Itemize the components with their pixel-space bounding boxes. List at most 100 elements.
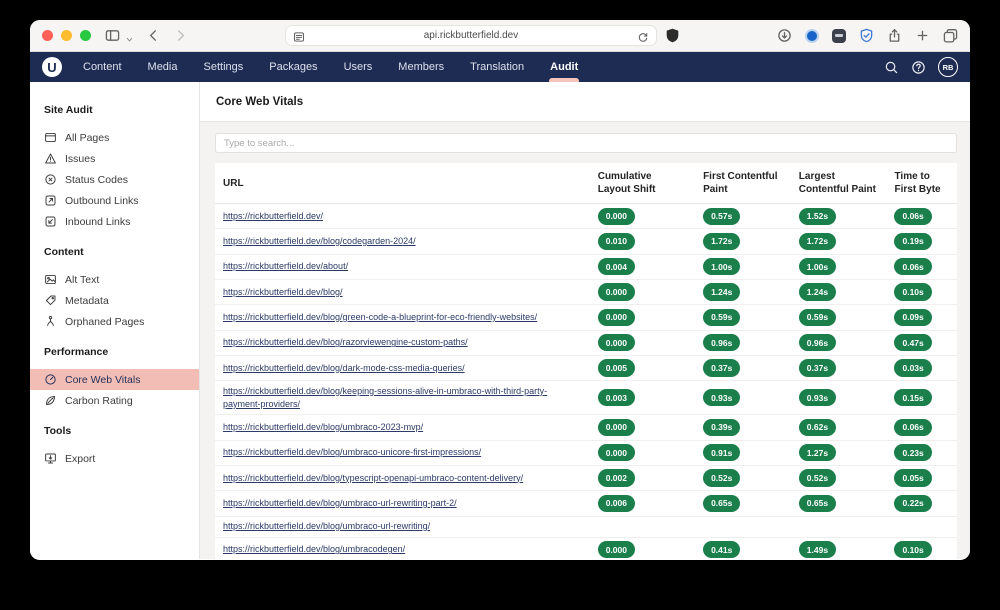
privacy-shield-icon[interactable] (665, 28, 680, 43)
zoom-window-button[interactable] (80, 30, 91, 41)
downloads-icon[interactable] (777, 28, 792, 43)
nav-tab-members[interactable]: Members (385, 52, 457, 82)
page-url-link[interactable]: https://rickbutterfield.dev/blog/umbraco… (223, 544, 405, 554)
page-url-link[interactable]: https://rickbutterfield.dev/blog/umbraco… (223, 447, 481, 457)
metric-badge: 0.002 (598, 469, 635, 486)
user-avatar[interactable]: RB (938, 57, 958, 77)
nav-tab-users[interactable]: Users (331, 52, 386, 82)
page-url-link[interactable]: https://rickbutterfield.dev/blog/umbraco… (223, 498, 457, 508)
reload-icon[interactable] (637, 30, 649, 42)
page-url-link[interactable]: https://rickbutterfield.dev/blog/umbraco… (223, 521, 430, 531)
table-row: https://rickbutterfield.dev/blog/umbraco… (215, 491, 957, 516)
sidebar-item-label: Carbon Rating (65, 395, 133, 407)
sidebar-item-metadata[interactable]: Metadata (30, 290, 199, 311)
help-icon[interactable] (911, 60, 926, 75)
umbraco-top-nav: U ContentMediaSettingsPackagesUsersMembe… (30, 52, 970, 82)
nav-tab-media[interactable]: Media (135, 52, 191, 82)
metric-badge: 1.27s (799, 444, 836, 461)
metric-badge: 1.24s (703, 283, 740, 300)
col-url: URL (215, 163, 590, 204)
nav-tab-settings[interactable]: Settings (191, 52, 257, 82)
page-url-link[interactable]: https://rickbutterfield.dev/ (223, 211, 323, 221)
sidebar-section: Site Audit All Pages Issues Status Codes Out… (30, 90, 199, 232)
page-url-link[interactable]: https://rickbutterfield.dev/blog/dark-mo… (223, 363, 465, 373)
metric-badge: 0.03s (894, 359, 931, 376)
page-url-link[interactable]: https://rickbutterfield.dev/about/ (223, 261, 348, 271)
metric-badge: 0.10s (894, 541, 931, 558)
table-row: https://rickbutterfield.dev/blog/green-c… (215, 305, 957, 330)
metric-badge: 0.39s (703, 419, 740, 436)
close-window-button[interactable] (42, 30, 53, 41)
url-text[interactable]: api.rickbutterfield.dev (305, 30, 637, 41)
metric-badge: 1.00s (799, 258, 836, 275)
nav-tab-content[interactable]: Content (70, 52, 135, 82)
metric-badge: 1.72s (703, 233, 740, 250)
nav-tab-packages[interactable]: Packages (256, 52, 330, 82)
metric-badge: 0.09s (894, 309, 931, 326)
page-url-link[interactable]: https://rickbutterfield.dev/blog/ (223, 287, 343, 297)
metric-badge: 0.000 (598, 419, 635, 436)
share-icon[interactable] (887, 28, 902, 43)
page-url-link[interactable]: https://rickbutterfield.dev/blog/typescr… (223, 473, 523, 483)
search-input[interactable] (215, 133, 957, 153)
sidebar-item-label: Status Codes (65, 174, 128, 186)
nav-tab-translation[interactable]: Translation (457, 52, 537, 82)
sidebar-item-outbound-links[interactable]: Outbound Links (30, 190, 199, 211)
sidebar-item-label: All Pages (65, 132, 109, 144)
extension-icon[interactable] (832, 29, 846, 43)
sidebar-item-label: Export (65, 453, 95, 465)
sidebar-item-issues[interactable]: Issues (30, 148, 199, 169)
table-row: https://rickbutterfield.dev/blog/umbraco… (215, 537, 957, 559)
forward-button[interactable] (173, 28, 188, 43)
sidebar-item-all-pages[interactable]: All Pages (30, 127, 199, 148)
metric-badge: 0.15s (894, 389, 931, 406)
chevron-down-icon[interactable] (125, 31, 134, 40)
table-row: https://rickbutterfield.dev/blog/dark-mo… (215, 355, 957, 380)
new-tab-icon[interactable] (915, 28, 930, 43)
sidebar-toggle-icon[interactable] (105, 28, 120, 43)
sidebar-section: ContentAlt TextMetadataOrphaned Pages (30, 232, 199, 332)
table-row: https://rickbutterfield.dev/blog/umbraco… (215, 415, 957, 440)
inbound-icon (44, 215, 57, 228)
minimize-window-button[interactable] (61, 30, 72, 41)
sidebar-section-title: Site Audit (30, 90, 199, 127)
sidebar-item-label: Outbound Links (65, 195, 139, 207)
metric-badge: 0.000 (598, 541, 635, 558)
col-cls: Cumulative Layout Shift (590, 163, 695, 204)
page-url-link[interactable]: https://rickbutterfield.dev/blog/razorvi… (223, 337, 468, 347)
sidebar-item-carbon-rating[interactable]: Carbon Rating (30, 390, 199, 411)
metric-badge: 1.49s (799, 541, 836, 558)
metric-badge: 0.62s (799, 419, 836, 436)
shield-check-icon[interactable] (859, 28, 874, 43)
search-icon[interactable] (884, 60, 899, 75)
page-url-link[interactable]: https://rickbutterfield.dev/blog/green-c… (223, 312, 537, 322)
tab-overview-icon[interactable] (943, 28, 958, 43)
nav-tab-audit[interactable]: Audit (537, 52, 591, 82)
metric-badge: 0.93s (799, 389, 836, 406)
sidebar-item-core-web-vitals[interactable]: Core Web Vitals (30, 369, 199, 390)
sidebar-item-alt-text[interactable]: Alt Text (30, 269, 199, 290)
sidebar-item-orphaned-pages[interactable]: Orphaned Pages (30, 311, 199, 332)
table-row: https://rickbutterfield.dev/blog/umbraco… (215, 440, 957, 465)
metric-badge: 0.96s (799, 334, 836, 351)
browser-window: api.rickbutterfield.dev U ContentMediaSe… (30, 20, 970, 560)
page-url-link[interactable]: https://rickbutterfield.dev/blog/codegar… (223, 236, 416, 246)
sidebar-item-status-codes[interactable]: Status Codes (30, 169, 199, 190)
metric-badge: 0.47s (894, 334, 931, 351)
password-manager-icon[interactable] (805, 29, 819, 43)
export-icon (44, 452, 57, 465)
sidebar-item-inbound-links[interactable]: Inbound Links (30, 211, 199, 232)
reader-icon[interactable] (293, 30, 305, 42)
page-url-link[interactable]: https://rickbutterfield.dev/blog/keeping… (223, 386, 547, 409)
metric-badge: 0.10s (894, 283, 931, 300)
back-button[interactable] (146, 28, 161, 43)
sidebar-item-export[interactable]: Export (30, 448, 199, 469)
metric-badge: 0.59s (799, 309, 836, 326)
address-bar[interactable]: api.rickbutterfield.dev (285, 25, 657, 46)
issues-icon (44, 152, 57, 165)
page-url-link[interactable]: https://rickbutterfield.dev/blog/umbraco… (223, 422, 423, 432)
pages-icon (44, 131, 57, 144)
umbraco-logo-icon[interactable]: U (42, 57, 62, 77)
col-fcp: First Contentful Paint (695, 163, 791, 204)
metric-badge: 0.93s (703, 389, 740, 406)
